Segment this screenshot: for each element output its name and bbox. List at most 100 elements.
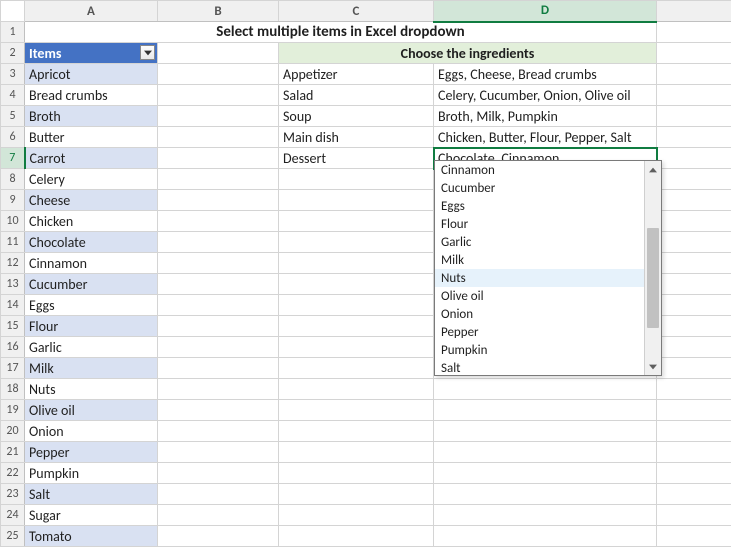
item-cell[interactable]: Onion [25,421,158,442]
dropdown-item[interactable]: Milk [435,251,644,269]
item-cell[interactable]: Tomato [25,526,158,547]
cell[interactable] [158,442,279,463]
cell[interactable] [158,379,279,400]
cell[interactable] [158,106,279,127]
cell[interactable] [279,526,434,547]
cell[interactable] [158,169,279,190]
cell[interactable] [657,337,731,358]
cell[interactable] [657,463,731,484]
cell[interactable] [434,484,657,505]
cell[interactable] [657,274,731,295]
item-cell[interactable]: Chicken [25,211,158,232]
row-header-1[interactable]: 1 [1,22,25,43]
select-all-corner[interactable] [1,1,25,22]
scroll-up-button[interactable] [645,161,661,178]
cell[interactable] [657,85,731,106]
cell[interactable] [158,232,279,253]
dropdown-item[interactable]: Nuts [435,269,644,287]
row-header-19[interactable]: 19 [1,400,25,421]
cell[interactable] [158,274,279,295]
cell[interactable] [657,253,731,274]
cell[interactable] [279,379,434,400]
items-header-cell[interactable]: Items [25,43,158,64]
cell[interactable] [158,148,279,169]
item-cell[interactable]: Sugar [25,505,158,526]
item-cell[interactable]: Broth [25,106,158,127]
row-header-10[interactable]: 10 [1,211,25,232]
cell[interactable] [279,232,434,253]
item-cell[interactable]: Garlic [25,337,158,358]
cell[interactable] [158,127,279,148]
cell[interactable] [434,379,657,400]
cell[interactable] [158,85,279,106]
row-header-7[interactable]: 7 [1,148,25,169]
row-header-11[interactable]: 11 [1,232,25,253]
item-cell[interactable]: Salt [25,484,158,505]
filter-dropdown-button[interactable] [140,45,155,60]
row-header-3[interactable]: 3 [1,64,25,85]
course-cell[interactable]: Salad [279,85,434,106]
cell[interactable] [158,316,279,337]
scroll-track[interactable] [645,178,661,358]
cell[interactable] [279,421,434,442]
row-header-8[interactable]: 8 [1,169,25,190]
cell[interactable] [279,505,434,526]
cell[interactable] [279,211,434,232]
cell[interactable] [434,526,657,547]
cell[interactable] [657,232,731,253]
cell[interactable] [158,211,279,232]
course-cell[interactable]: Dessert [279,148,434,169]
item-cell[interactable]: Cinnamon [25,253,158,274]
row-header-6[interactable]: 6 [1,127,25,148]
cell[interactable] [279,190,434,211]
cell[interactable] [657,358,731,379]
cell[interactable] [657,379,731,400]
ingredients-cell[interactable]: Eggs, Cheese, Bread crumbs [434,64,657,85]
cell[interactable] [279,169,434,190]
ingredients-cell[interactable]: Celery, Cucumber, Onion, Olive oil [434,85,657,106]
cell[interactable] [279,358,434,379]
row-header-13[interactable]: 13 [1,274,25,295]
dropdown-item[interactable]: Onion [435,305,644,323]
cell[interactable] [657,421,731,442]
row-header-12[interactable]: 12 [1,253,25,274]
row-header-18[interactable]: 18 [1,379,25,400]
dropdown-item[interactable]: Cucumber [435,179,644,197]
cell[interactable] [279,442,434,463]
row-header-25[interactable]: 25 [1,526,25,547]
cell[interactable] [279,316,434,337]
col-header-A[interactable]: A [25,1,158,22]
item-cell[interactable]: Apricot [25,64,158,85]
item-cell[interactable]: Olive oil [25,400,158,421]
dropdown-item[interactable]: Garlic [435,233,644,251]
cell[interactable] [657,127,731,148]
ingredients-cell[interactable]: Broth, Milk, Pumpkin [434,106,657,127]
dropdown-item[interactable]: Olive oil [435,287,644,305]
dropdown-scrollbar[interactable] [644,161,661,375]
cell[interactable] [657,400,731,421]
dropdown-item[interactable]: Pepper [435,323,644,341]
cell[interactable] [434,505,657,526]
cell[interactable] [158,43,279,64]
cell[interactable] [657,442,731,463]
page-title[interactable]: Select multiple items in Excel dropdown [25,22,657,43]
cell[interactable] [657,106,731,127]
item-cell[interactable]: Nuts [25,379,158,400]
cell[interactable] [657,169,731,190]
item-cell[interactable]: Butter [25,127,158,148]
cell[interactable] [434,463,657,484]
row-header-20[interactable]: 20 [1,421,25,442]
cell[interactable] [158,337,279,358]
row-header-5[interactable]: 5 [1,106,25,127]
cell[interactable] [158,484,279,505]
dropdown-item[interactable]: Eggs [435,197,644,215]
cell[interactable] [158,253,279,274]
dropdown-item[interactable]: Salt [435,359,644,375]
cell[interactable] [657,64,731,85]
cell[interactable] [657,22,731,43]
course-cell[interactable]: Appetizer [279,64,434,85]
choose-ingredients-header[interactable]: Choose the ingredients [279,43,657,64]
cell[interactable] [158,463,279,484]
item-cell[interactable]: Pumpkin [25,463,158,484]
row-header-17[interactable]: 17 [1,358,25,379]
